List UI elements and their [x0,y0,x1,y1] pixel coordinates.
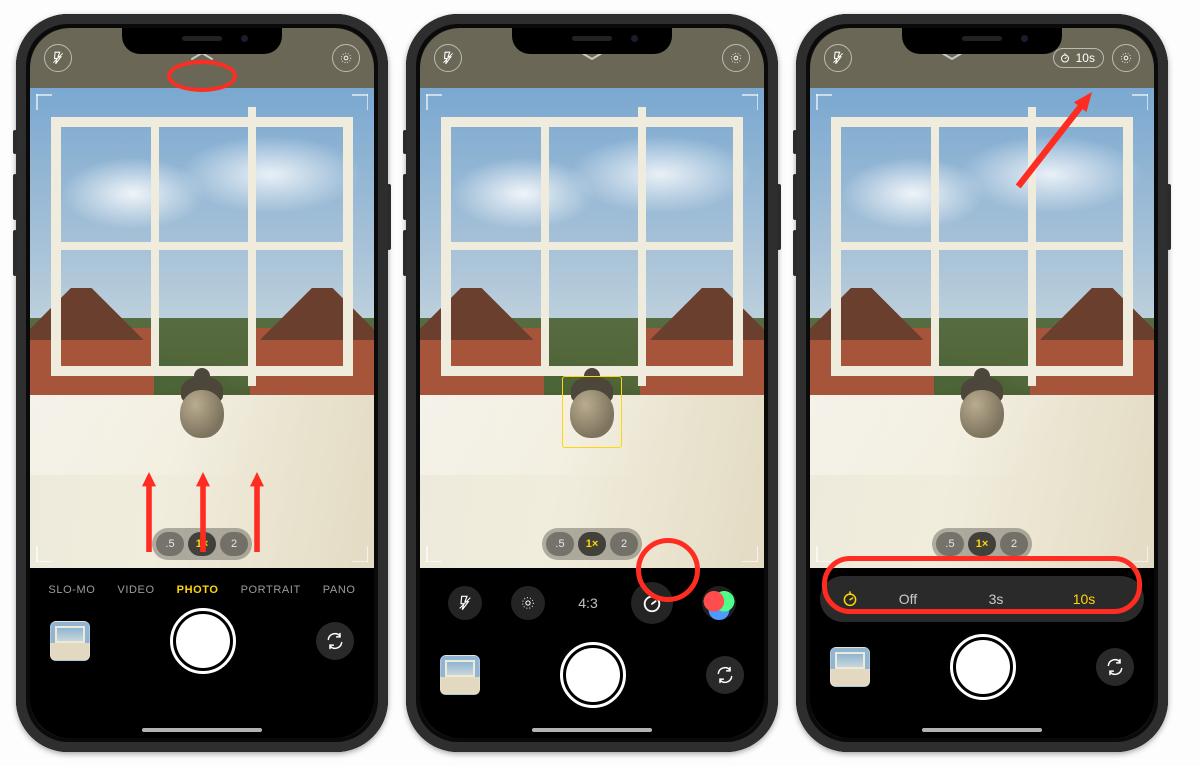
live-photo-button[interactable] [722,44,750,72]
zoom-wide[interactable]: .5 [936,532,964,556]
zoom-wide[interactable]: .5 [546,532,574,556]
camera-controls-panel: Off 3s 10s [810,568,1154,738]
mode-video[interactable]: VIDEO [117,584,154,596]
live-photo-tool[interactable] [511,586,545,620]
shutter-button[interactable] [170,608,236,674]
timer-option-10s[interactable]: 10s [1040,591,1128,607]
zoom-tele[interactable]: 2 [220,532,248,556]
zoom-tele[interactable]: 2 [1000,532,1028,556]
aspect-ratio-tool[interactable]: 4:3 [574,586,601,620]
shutter-button[interactable] [560,642,626,708]
live-photo-button[interactable] [1112,44,1140,72]
home-indicator[interactable] [922,728,1042,732]
last-photo-thumbnail[interactable] [50,621,90,661]
device-notch [122,28,282,54]
mode-slomo[interactable]: SLO-MO [48,584,95,596]
zoom-wide[interactable]: .5 [156,532,184,556]
zoom-selector[interactable]: .5 1× 2 [542,528,642,560]
timer-options-row: Off 3s 10s [820,576,1144,622]
home-indicator[interactable] [532,728,652,732]
camera-controls-panel: SLO-MO VIDEO PHOTO PORTRAIT PANO [30,568,374,738]
zoom-default[interactable]: 1× [578,532,606,556]
device-1: .5 1× 2 SLO-MO VIDEO PHOTO PORTRAIT PANO [16,14,388,752]
flip-camera-button[interactable] [316,622,354,660]
zoom-selector[interactable]: .5 1× 2 [932,528,1032,560]
mode-portrait[interactable]: PORTRAIT [241,584,301,596]
flash-button[interactable] [44,44,72,72]
flip-camera-button[interactable] [1096,648,1134,686]
tool-tray: 4:3 [430,576,754,630]
timer-icon [836,585,864,613]
zoom-default[interactable]: 1× [968,532,996,556]
flash-tool[interactable] [448,586,482,620]
focus-indicator [562,376,622,448]
device-notch [512,28,672,54]
last-photo-thumbnail[interactable] [440,655,480,695]
last-photo-thumbnail[interactable] [830,647,870,687]
viewfinder[interactable]: .5 1× 2 [30,88,374,568]
device-2: .5 1× 2 4:3 [406,14,778,752]
timer-option-off[interactable]: Off [864,591,952,607]
mode-selector[interactable]: SLO-MO VIDEO PHOTO PORTRAIT PANO [40,576,364,596]
zoom-default[interactable]: 1× [188,532,216,556]
device-notch [902,28,1062,54]
timer-tool[interactable] [631,582,673,624]
zoom-selector[interactable]: .5 1× 2 [152,528,252,560]
shutter-button[interactable] [950,634,1016,700]
live-photo-button[interactable] [332,44,360,72]
device-3: 10s .5 1× 2 [796,14,1168,752]
timer-badge-label: 10s [1076,51,1095,65]
flash-button[interactable] [824,44,852,72]
timer-status-badge[interactable]: 10s [1053,48,1104,68]
mode-pano[interactable]: PANO [323,584,356,596]
zoom-tele[interactable]: 2 [610,532,638,556]
camera-controls-panel: 4:3 [420,568,764,738]
viewfinder[interactable]: .5 1× 2 [420,88,764,568]
flip-camera-button[interactable] [706,656,744,694]
flash-button[interactable] [434,44,462,72]
viewfinder[interactable]: .5 1× 2 [810,88,1154,568]
home-indicator[interactable] [142,728,262,732]
mode-photo[interactable]: PHOTO [177,584,219,596]
filters-tool[interactable] [702,586,736,620]
timer-option-3s[interactable]: 3s [952,591,1040,607]
